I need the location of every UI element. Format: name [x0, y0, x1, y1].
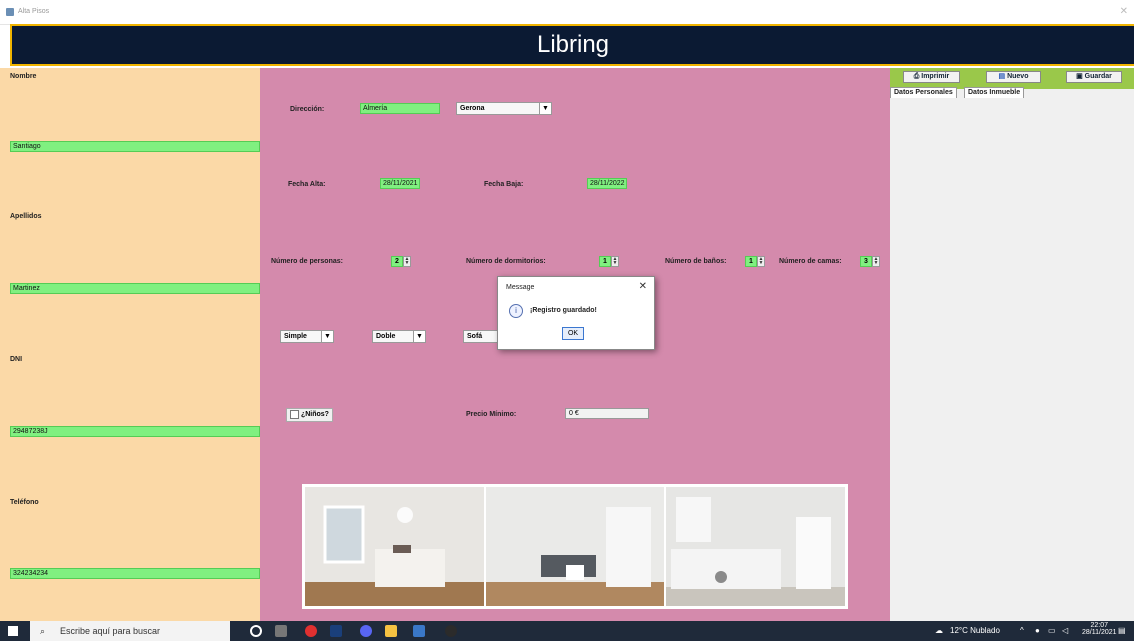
guardar-button[interactable]: ▣ Guardar [1066, 71, 1122, 83]
tab-datos-inmueble[interactable]: Datos Inmueble [964, 87, 1025, 98]
bedroom-photo [305, 487, 484, 606]
taskbar-date: 28/11/2021 [1082, 629, 1117, 636]
dormitorios-label: Número de dormitorios: [466, 258, 546, 265]
telefono-field[interactable]: 324234234 [10, 568, 260, 579]
cloud-icon: ☁ [935, 626, 943, 635]
taskbar-search-placeholder: Escribe aquí para buscar [60, 626, 161, 636]
taskbar-clock[interactable]: 22:07 28/11/2021 [1082, 622, 1117, 636]
direccion-label: Dirección: [290, 106, 325, 113]
microphone-icon[interactable]: ● [1035, 626, 1040, 635]
provincia-select[interactable]: Gerona ▼ [456, 102, 552, 115]
nombre-label: Nombre [10, 73, 37, 80]
apellidos-label: Apellidos [10, 213, 42, 220]
new-document-icon: ▤ [998, 73, 1006, 80]
personas-label: Número de personas: [271, 258, 343, 265]
dialog-title: Message [506, 284, 535, 291]
java-cup-icon [6, 8, 14, 16]
fecha-alta-label: Fecha Alta: [288, 181, 326, 188]
kitchen-photo [666, 487, 845, 606]
fecha-baja-field[interactable]: 28/11/2022 [587, 178, 627, 189]
camas-spinner-value[interactable]: 3 [860, 256, 872, 267]
save-icon: ▣ [1076, 73, 1083, 80]
info-icon: i [509, 304, 523, 318]
taskbar-time: 22:07 [1090, 622, 1109, 629]
cama1-select[interactable]: Simple ▼ [280, 330, 334, 343]
chevron-down-icon: ▼ [413, 331, 425, 342]
steam-icon[interactable] [330, 625, 342, 637]
apellidos-field[interactable]: Martinez [10, 283, 260, 294]
windows-taskbar: ⌕ Escribe aquí para buscar ☁ 12°C Nublad… [0, 621, 1134, 641]
network-icon[interactable]: ▭ [1048, 626, 1056, 635]
direccion-field[interactable]: Almería [360, 103, 440, 114]
imprimir-label: Imprimir [921, 73, 950, 80]
weather-text[interactable]: 12°C Nublado [950, 626, 1000, 635]
opera-icon[interactable] [305, 625, 317, 637]
banos-label: Número de baños: [665, 258, 727, 265]
banos-spinner-value[interactable]: 1 [745, 256, 757, 267]
close-icon[interactable]: ✕ [639, 281, 647, 292]
fecha-baja-label: Fecha Baja: [484, 181, 524, 188]
chevron-down-icon: ▼ [539, 103, 551, 114]
dormitorios-spinner-arrows[interactable]: ▲ ▼ [611, 256, 619, 267]
left-panel: Nombre Santiago Apellidos Martinez DNI 2… [0, 68, 260, 621]
living-room-photo [486, 487, 664, 606]
cama3-select-value: Sofá [467, 333, 483, 340]
app-header: Libring [10, 24, 1134, 66]
nuevo-button[interactable]: ▤ Nuevo [986, 71, 1041, 83]
cortana-icon[interactable] [250, 625, 262, 637]
provincia-select-value: Gerona [460, 105, 485, 112]
fecha-alta-field[interactable]: 28/11/2021 [380, 178, 420, 189]
java-app-icon[interactable] [413, 625, 425, 637]
discord-icon[interactable] [360, 625, 372, 637]
camas-spinner-arrows[interactable]: ▲ ▼ [872, 256, 880, 267]
cama2-select[interactable]: Doble ▼ [372, 330, 426, 343]
windows-start-icon[interactable] [8, 626, 18, 636]
window-title: Alta Pisos [18, 8, 50, 15]
imprimir-button[interactable]: ⎙ Imprimir [903, 71, 960, 83]
dni-label: DNI [10, 356, 23, 363]
ninos-label: ¿Niños? [300, 411, 329, 418]
ok-button[interactable]: OK [562, 327, 584, 340]
app-title: Libring [536, 31, 610, 58]
precio-field[interactable]: 0 € [565, 408, 649, 419]
window-title-bar: Alta Pisos ✕ [0, 0, 1134, 25]
personas-spinner-value[interactable]: 2 [391, 256, 403, 267]
right-panel: ⎙ Imprimir ▤ Nuevo ▣ Guardar Datos Perso… [890, 68, 1134, 621]
dni-field[interactable]: 29487238J [10, 426, 260, 437]
tab-datos-personales[interactable]: Datos Personales [890, 87, 957, 98]
camas-label: Número de camas: [779, 258, 842, 265]
app-icon[interactable] [445, 625, 457, 637]
chevron-down-icon: ▼ [321, 331, 333, 342]
dormitorios-spinner-value[interactable]: 1 [599, 256, 611, 267]
dialog-message: ¡Registro guardado! [530, 307, 597, 314]
task-view-icon[interactable] [275, 625, 287, 637]
printer-icon: ⎙ [913, 73, 920, 80]
personas-spinner-arrows[interactable]: ▲ ▼ [403, 256, 411, 267]
precio-label: Precio Mínimo: [466, 411, 517, 418]
checkbox-box [290, 409, 299, 419]
nuevo-label: Nuevo [1007, 73, 1029, 80]
message-dialog: Message ✕ i ¡Registro guardado! OK [497, 276, 655, 350]
speaker-icon[interactable]: ◁ [1062, 626, 1068, 635]
cama1-select-value: Simple [284, 333, 307, 340]
notifications-icon[interactable]: ▤ [1118, 626, 1126, 635]
cama2-select-value: Doble [376, 333, 396, 340]
file-explorer-icon[interactable] [385, 625, 397, 637]
ninos-checkbox[interactable]: ¿Niños? [286, 408, 333, 422]
guardar-label: Guardar [1084, 73, 1112, 80]
window-close-icon[interactable]: ✕ [1120, 6, 1128, 17]
taskbar-search-box[interactable]: ⌕ Escribe aquí para buscar [30, 621, 230, 641]
property-photos [302, 484, 848, 609]
telefono-label: Teléfono [10, 499, 39, 506]
banos-spinner-arrows[interactable]: ▲ ▼ [757, 256, 765, 267]
nombre-field[interactable]: Santiago [10, 141, 260, 152]
chevron-up-icon[interactable]: ^ [1020, 626, 1024, 635]
search-icon: ⌕ [40, 626, 46, 636]
